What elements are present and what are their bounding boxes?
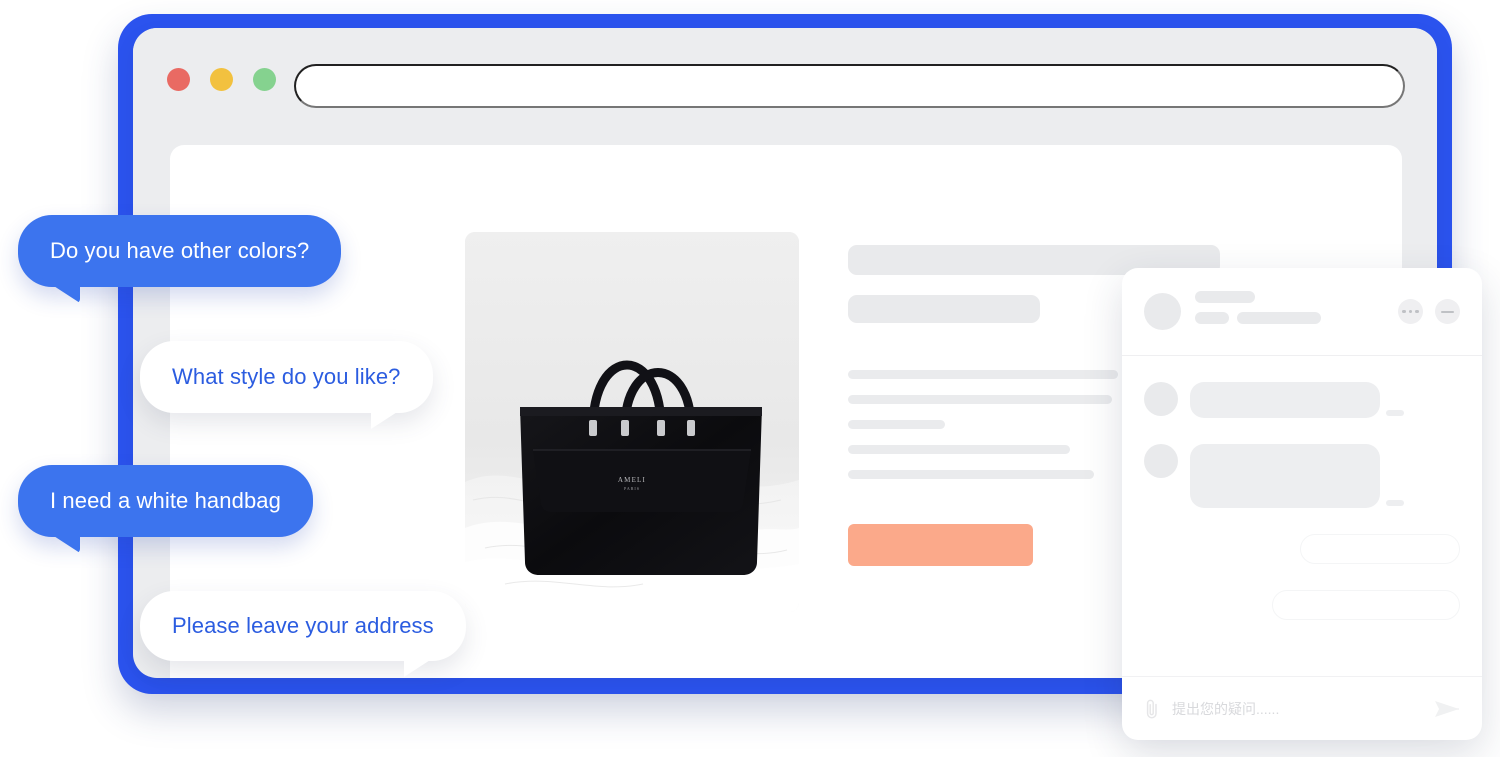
avatar (1144, 293, 1181, 330)
add-to-cart-button[interactable] (848, 524, 1033, 566)
chat-bubble-agent-2: Please leave your address (140, 591, 466, 677)
chat-bubble-text: Please leave your address (172, 613, 434, 638)
skeleton-text-line (848, 420, 945, 429)
chat-bubble-customer-2: I need a white handbag (18, 465, 313, 553)
skeleton-timestamp (1386, 410, 1404, 416)
browser-titlebar (133, 28, 1437, 128)
minimize-icon (1441, 310, 1454, 313)
skeleton-title-secondary (848, 295, 1040, 323)
skeleton-message-bubble (1190, 444, 1404, 508)
skeleton-status-text (1237, 311, 1321, 324)
skeleton-status-badge (1195, 311, 1229, 324)
window-controls (167, 68, 276, 91)
chat-widget (1122, 268, 1482, 740)
chat-message-incoming (1144, 444, 1460, 508)
skeleton-text-line (848, 370, 1118, 379)
skeleton-text-line (848, 470, 1094, 479)
chat-message-incoming (1144, 382, 1460, 418)
skeleton-quick-reply[interactable] (1300, 534, 1460, 564)
chat-bubble-text: I need a white handbag (50, 488, 281, 513)
avatar (1144, 444, 1178, 478)
chat-bubble-customer-1: Do you have other colors? (18, 215, 342, 303)
skeleton-agent-name (1195, 290, 1255, 303)
chat-bubble-text: Do you have other colors? (50, 238, 310, 263)
chat-message-outgoing (1144, 534, 1460, 564)
skeleton-quick-reply[interactable] (1272, 590, 1460, 620)
chat-bubble-text: What style do you like? (172, 364, 401, 389)
send-icon[interactable] (1434, 698, 1460, 720)
skeleton-timestamp (1386, 500, 1404, 506)
product-image[interactable]: AMELI PARIS (465, 232, 799, 612)
svg-text:AMELI: AMELI (618, 476, 646, 484)
skeleton-message-bubble (1190, 382, 1404, 418)
maximize-dot[interactable] (253, 68, 276, 91)
chat-composer (1122, 676, 1482, 740)
chat-bubble-agent-1: What style do you like? (140, 341, 433, 429)
minimize-button[interactable] (1435, 299, 1460, 324)
screenshot-stage: AMELI PARIS Do you have other colors? Wh… (0, 0, 1500, 757)
more-options-button[interactable] (1398, 299, 1423, 324)
chat-header-skeleton (1195, 290, 1398, 333)
svg-text:PARIS: PARIS (624, 486, 640, 491)
skeleton-text-line (848, 445, 1070, 454)
avatar (1144, 382, 1178, 416)
chat-message-outgoing (1144, 590, 1460, 620)
chat-header-actions (1398, 299, 1460, 324)
chat-widget-header (1122, 268, 1482, 356)
paperclip-icon[interactable] (1144, 698, 1160, 720)
chat-message-list[interactable] (1122, 356, 1482, 676)
kebab-menu-icon (1402, 309, 1419, 314)
minimize-dot[interactable] (210, 68, 233, 91)
close-dot[interactable] (167, 68, 190, 91)
address-bar[interactable] (294, 64, 1405, 108)
skeleton-text-line (848, 395, 1112, 404)
chat-message-input[interactable] (1172, 700, 1422, 717)
